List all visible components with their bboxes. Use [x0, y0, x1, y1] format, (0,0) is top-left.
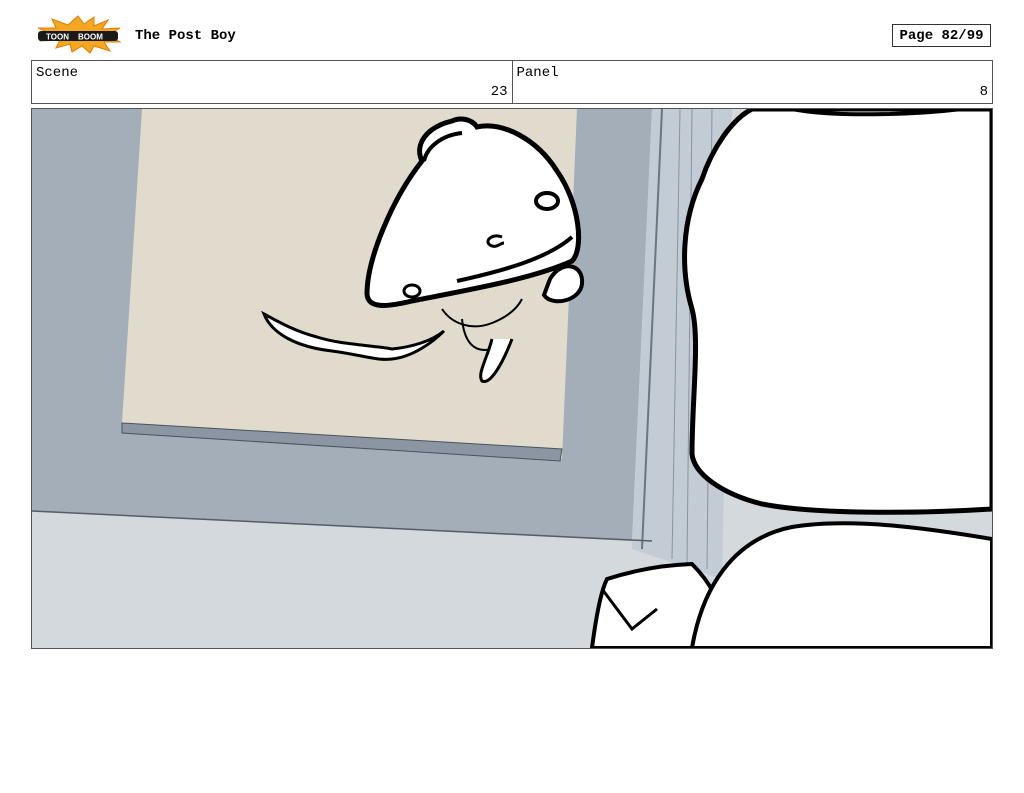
toon-boom-logo: TOON BOOM: [32, 14, 124, 54]
toon-boom-logo-icon: TOON BOOM: [37, 15, 122, 54]
panel-cell: Panel 8: [511, 61, 993, 103]
scene-value: 23: [490, 84, 508, 100]
panel-label: Panel: [516, 65, 559, 81]
scene-panel-info: Scene 23 Panel 8: [31, 60, 993, 104]
panel-value: 8: [979, 84, 988, 100]
document-title: The Post Boy: [135, 28, 236, 44]
logo-text-right: BOOM: [78, 33, 103, 42]
foreground-figure: [682, 109, 992, 515]
storyboard-panel: [31, 108, 993, 649]
storyboard-drawing-icon: [32, 109, 992, 648]
logo-text-left: TOON: [46, 33, 69, 42]
scene-label: Scene: [36, 65, 79, 81]
scene-cell: Scene 23: [32, 61, 512, 103]
page-indicator: Page 82/99: [892, 24, 991, 47]
